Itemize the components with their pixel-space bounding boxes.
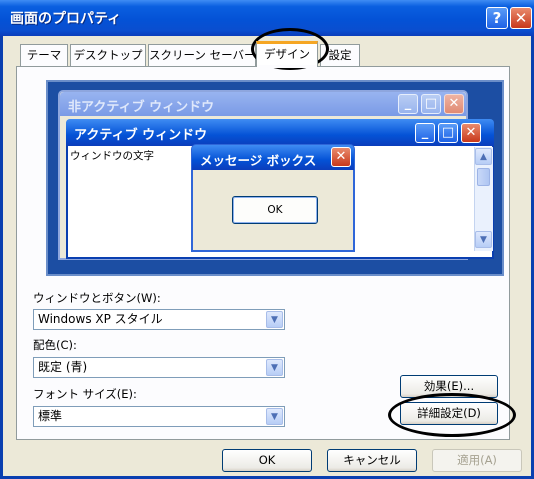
- message-box-title: メッセージ ボックス: [200, 153, 317, 168]
- font-size-dropdown-icon[interactable]: ▼: [266, 408, 283, 425]
- window-title: 画面のプロパティ: [10, 11, 122, 27]
- scroll-thumb: [477, 168, 490, 186]
- message-box-close-icon: ✕: [331, 147, 351, 167]
- apply-button[interactable]: 適用(A): [432, 449, 522, 472]
- message-box-ok-button: OK: [232, 196, 318, 224]
- advanced-button-highlight-ring: [388, 393, 516, 437]
- font-size-select[interactable]: 標準: [33, 406, 285, 427]
- color-scheme-select[interactable]: 既定 (青): [33, 357, 285, 378]
- active-close-icon: ✕: [461, 123, 481, 143]
- inactive-close-icon: ✕: [444, 94, 464, 114]
- window-style-select[interactable]: Windows XP スタイル: [33, 309, 285, 330]
- active-minimize-icon: _: [415, 123, 435, 143]
- tab-theme[interactable]: テーマ: [20, 44, 68, 66]
- scroll-down-icon: ▼: [475, 231, 492, 248]
- ok-button[interactable]: OK: [222, 449, 312, 472]
- tab-desktop[interactable]: デスクトップ: [70, 44, 146, 66]
- cancel-button[interactable]: キャンセル: [327, 449, 417, 472]
- active-window-title: アクティブ ウィンドウ: [74, 128, 208, 143]
- inactive-window-title: 非アクティブ ウィンドウ: [68, 100, 215, 115]
- font-size-label: フォント サイズ(E):: [33, 387, 137, 401]
- color-scheme-label: 配色(C):: [33, 338, 77, 352]
- tab-screensaver[interactable]: スクリーン セーバー: [148, 44, 256, 66]
- inactive-maximize-icon: □: [421, 94, 441, 114]
- window-style-dropdown-icon[interactable]: ▼: [266, 311, 283, 328]
- tab-appearance[interactable]: デザイン: [256, 41, 318, 67]
- color-scheme-dropdown-icon[interactable]: ▼: [266, 359, 283, 376]
- active-maximize-icon: □: [438, 123, 458, 143]
- window-style-label: ウィンドウとボタン(W):: [33, 291, 161, 305]
- help-button[interactable]: ?: [486, 7, 508, 29]
- window-text-sample: ウィンドウの文字: [70, 150, 154, 162]
- close-button[interactable]: ✕: [510, 7, 532, 29]
- inactive-minimize-icon: _: [398, 94, 418, 114]
- scroll-up-icon: ▲: [475, 148, 492, 165]
- tab-join: [257, 65, 317, 68]
